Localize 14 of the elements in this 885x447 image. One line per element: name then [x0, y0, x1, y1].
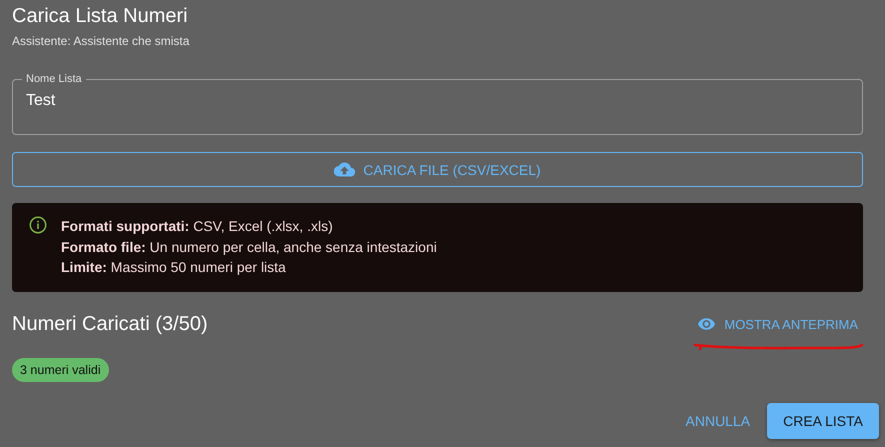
section-heading: Numeri Caricati (3/50): [12, 312, 208, 336]
create-button[interactable]: CREA LISTA: [767, 403, 879, 439]
dialog-subtitle: Assistente: Assistente che smista: [12, 34, 190, 48]
info-icon: [29, 216, 47, 234]
field-value[interactable]: Test: [26, 92, 849, 110]
info-text: Limite: Massimo 50 numeri per lista: [61, 258, 286, 277]
status-chip: 3 numeri validi: [12, 358, 109, 382]
eye-icon: [698, 318, 716, 330]
info-text: Formati supportati: CSV, Excel (.xlsx, .xls): [61, 217, 333, 236]
field-label: Nome Lista: [25, 72, 83, 86]
cloud-upload-icon: [334, 162, 356, 177]
input-field[interactable]: Nome Lista Test: [12, 72, 863, 135]
info-text: Formato file: Un numero per cella, anche senza intestazioni: [61, 238, 437, 257]
dialog-title: Carica Lista Numeri: [12, 4, 188, 28]
